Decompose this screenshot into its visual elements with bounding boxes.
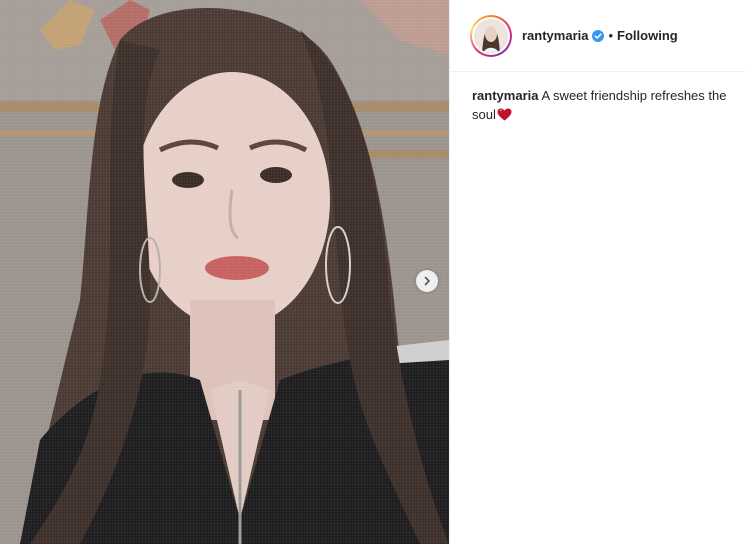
post-sidebar: rantymaria • Following rantymaria A sweet… [449,0,745,544]
header-text: rantymaria • Following [522,28,678,43]
avatar[interactable] [474,18,508,53]
post-photo[interactable] [0,0,449,544]
story-ring[interactable] [470,14,512,57]
selfie-image [0,0,449,544]
carousel-next-button[interactable] [416,270,438,292]
post-caption: rantymaria A sweet friendship refreshes t… [450,72,745,126]
chevron-right-icon [424,276,431,286]
separator-dot: • [608,28,614,43]
profile-picture [474,18,508,53]
instagram-post: rantymaria • Following rantymaria A sweet… [0,0,745,544]
post-header: rantymaria • Following [450,0,745,72]
verified-badge-icon [592,29,605,42]
following-button[interactable]: Following [617,28,678,43]
red-heart-icon [497,107,512,126]
username-link[interactable]: rantymaria [522,28,588,43]
caption-username-link[interactable]: rantymaria [472,88,538,103]
